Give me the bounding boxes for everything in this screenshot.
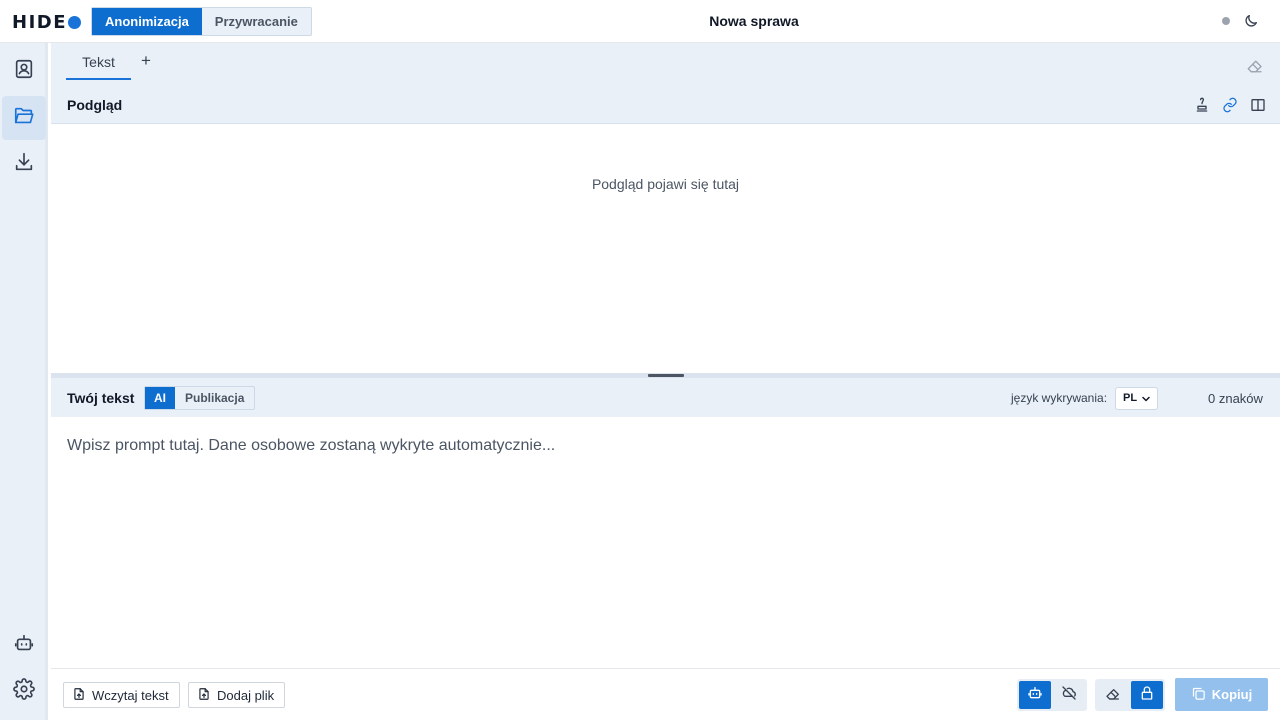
file-upload-icon (72, 687, 86, 704)
contacts-button[interactable] (2, 49, 46, 93)
lock-icon (1139, 685, 1155, 706)
input-title: Twój tekst (67, 390, 135, 406)
download-button[interactable] (2, 142, 46, 186)
language-select[interactable]: PL (1115, 387, 1158, 410)
preview-title: Podgląd (67, 97, 123, 113)
cases-button[interactable] (2, 96, 46, 140)
tab-text[interactable]: Tekst (66, 54, 131, 80)
robot-icon (1027, 685, 1043, 706)
download-icon (13, 151, 35, 178)
copy-label: Kopiuj (1211, 687, 1253, 702)
ai-toggle-group (1017, 679, 1087, 711)
mode-toggle-group (1095, 679, 1165, 711)
cloud-off-icon (1061, 685, 1077, 706)
copy-button[interactable]: Kopiuj (1175, 678, 1268, 711)
eraser-button[interactable] (1097, 681, 1129, 709)
publication-mode-tab[interactable]: Publikacja (175, 387, 254, 409)
ai-mode-tab[interactable]: AI (145, 387, 175, 409)
status-indicator (1222, 17, 1230, 25)
case-title[interactable]: Nowa sprawa (0, 13, 1280, 29)
preview-toolbar (1194, 97, 1266, 113)
footer-toolbar: Wczytaj tekst Dodaj plik Kopiuj (51, 668, 1280, 720)
ai-bot-button[interactable] (2, 623, 46, 667)
sidebar (0, 43, 48, 720)
contact-book-icon (13, 58, 35, 85)
gear-icon (13, 677, 35, 705)
stamp-icon[interactable] (1194, 97, 1210, 113)
moon-icon[interactable] (1243, 13, 1259, 34)
folder-open-icon (13, 105, 35, 132)
eraser-icon (1105, 685, 1121, 706)
top-bar: HIDE Anonimizacja Przywracanie Nowa spra… (0, 0, 1280, 43)
load-text-label: Wczytaj tekst (92, 687, 169, 703)
ai-off-button[interactable] (1053, 681, 1085, 709)
input-mode-switch: AI Publikacja (144, 386, 256, 410)
settings-button[interactable] (2, 669, 46, 713)
character-count: 0 znaków (1208, 391, 1263, 406)
link-icon[interactable] (1222, 97, 1238, 113)
tabs-bar: Tekst + (51, 43, 1280, 87)
language-label: język wykrywania: (1011, 391, 1108, 405)
eraser-icon[interactable] (1246, 56, 1264, 79)
add-tab-button[interactable]: + (141, 51, 151, 71)
chevron-down-icon (1140, 392, 1152, 413)
splitter-handle[interactable] (648, 374, 684, 377)
robot-icon (13, 632, 35, 659)
input-header: Twój tekst AI Publikacja język wykrywani… (51, 378, 1280, 417)
load-text-button[interactable]: Wczytaj tekst (63, 682, 180, 708)
prompt-input[interactable]: Wpisz prompt tutaj. Dane osobowe zostaną… (51, 417, 1280, 668)
add-file-label: Dodaj plik (217, 687, 275, 703)
file-add-icon (197, 687, 211, 704)
language-value: PL (1123, 392, 1138, 404)
lock-button[interactable] (1131, 681, 1163, 709)
preview-placeholder: Podgląd pojawi się tutaj (591, 176, 740, 192)
add-file-button[interactable]: Dodaj plik (188, 682, 286, 708)
ai-on-button[interactable] (1019, 681, 1051, 709)
main-panel: Tekst + Podgląd Podgląd pojawi się tutaj… (51, 43, 1280, 720)
preview-header: Podgląd (51, 87, 1280, 124)
split-view-icon[interactable] (1250, 97, 1266, 113)
copy-icon (1191, 686, 1206, 704)
prompt-placeholder: Wpisz prompt tutaj. Dane osobowe zostaną… (67, 437, 556, 454)
